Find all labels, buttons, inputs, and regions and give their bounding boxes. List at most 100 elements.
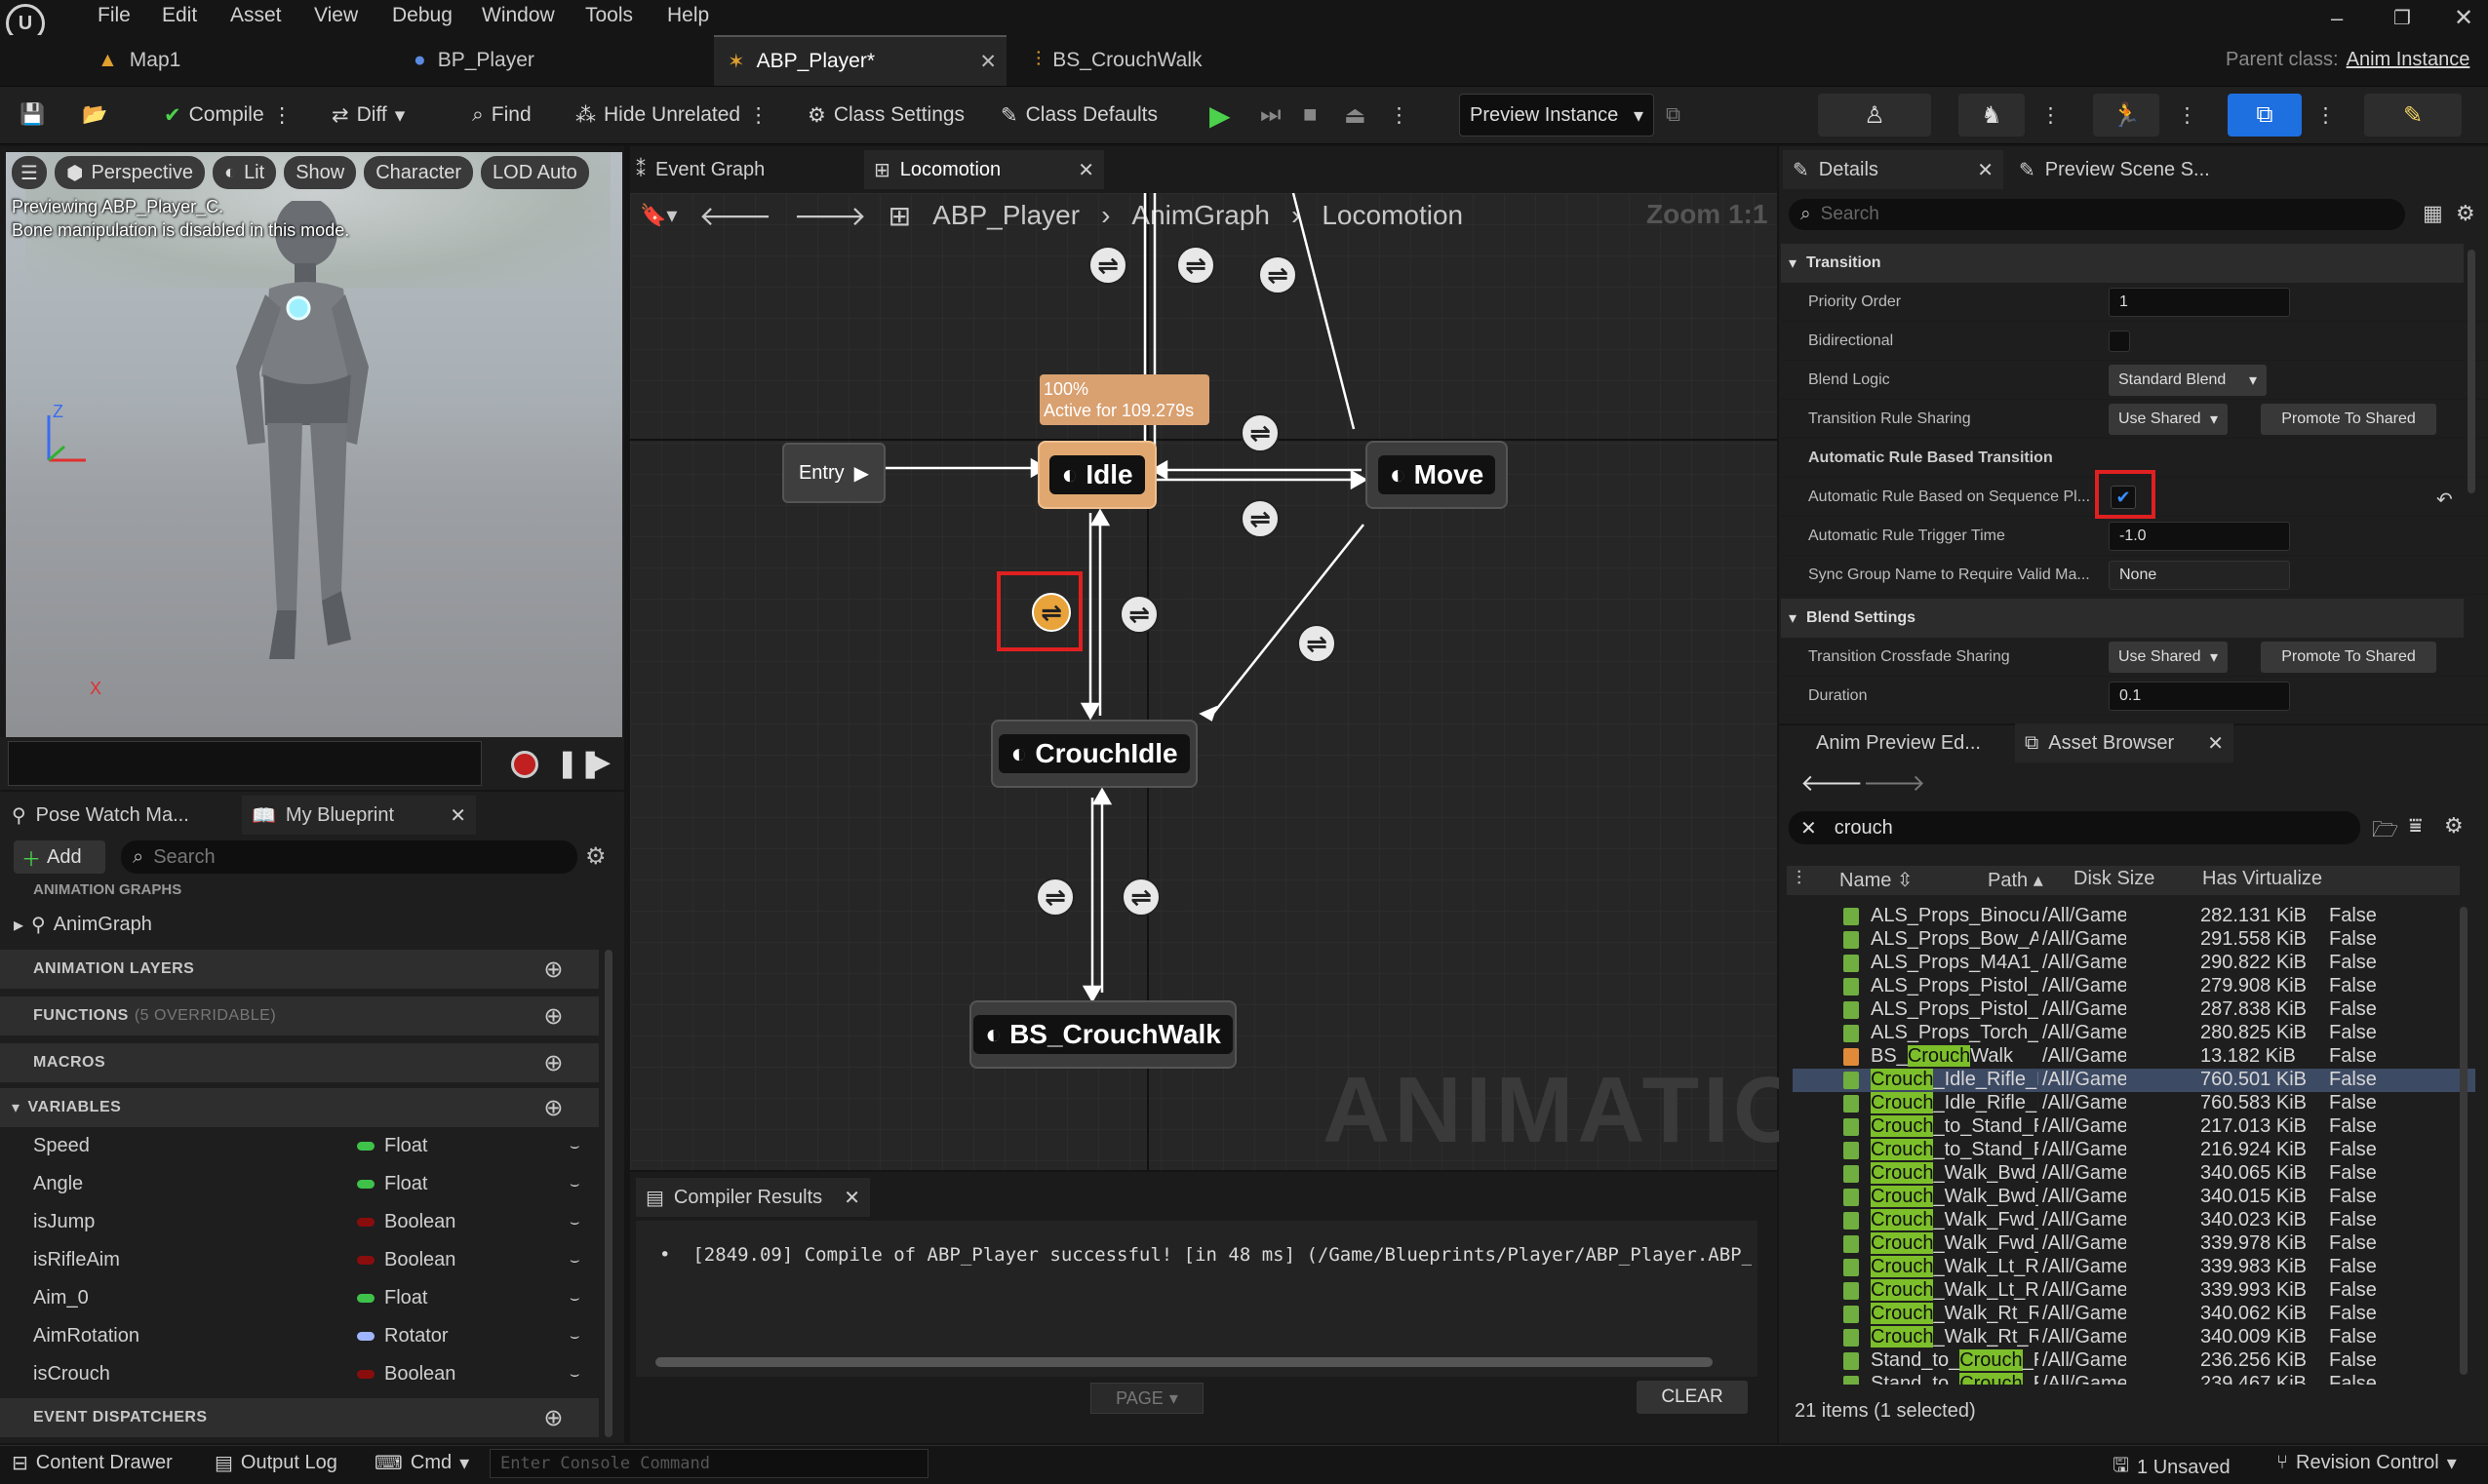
entry-node[interactable]: Entry ▶ [782,443,886,503]
state-node-bs-crouchwalk[interactable]: ◐ BS_CrouchWalk [969,1000,1237,1069]
menu-file[interactable]: File [98,4,131,27]
transition-rule-icon[interactable]: ⇌ [1088,246,1127,285]
add-circle-icon[interactable]: ⊕ [543,956,564,984]
variable-row[interactable]: Aim_0 Float ⌣ [0,1279,599,1317]
menu-edit[interactable]: Edit [162,4,197,27]
mesh-mode-icon[interactable]: ♞ [1958,94,2025,137]
tab-map1[interactable]: ▲ Map1 [98,35,180,86]
variable-row[interactable]: Speed Float ⌣ [0,1127,599,1165]
asset-row[interactable]: ALS_Props_Bow_Aim_S/All/Game/291.558 KiB… [1793,928,2475,952]
crossfade-sharing-dropdown[interactable]: Use Shared ▾ [2109,642,2228,673]
variable-row[interactable]: isCrouch Boolean ⌣ [0,1355,599,1393]
menu-window[interactable]: Window [482,4,555,27]
visibility-eye-icon[interactable]: ⌣ [570,1328,580,1346]
find-button[interactable]: ⌕ Find [472,96,532,135]
eject-icon[interactable]: ⏏ [1344,96,1366,135]
asset-row[interactable]: Crouch_Walk_Fwd_Rifle_/All/Game/339.978 … [1793,1232,2475,1256]
transition-rule-icon[interactable]: ⇌ [1297,624,1336,663]
asset-row[interactable]: Crouch_to_Stand_Rifle_I/All/Game/216.924… [1793,1139,2475,1162]
macros-header[interactable]: MACROS ⊕ [0,1043,599,1082]
step-icon[interactable]: ⏭ [1260,96,1282,135]
close-window-icon[interactable]: ✕ [2454,4,2473,32]
col-path-header[interactable]: Path ▴ [1988,868,2043,892]
revision-control-button[interactable]: ⑂ Revision Control ▾ [2276,1451,2457,1475]
details-search-input[interactable]: ⌕ Search [1789,199,2405,230]
folder-icon[interactable]: 🗁 [2372,813,2398,850]
variable-row[interactable]: isRifleAim Boolean ⌣ [0,1241,599,1279]
mybp-search-input[interactable]: ⌕ Search [121,840,577,874]
add-circle-icon[interactable]: ⊕ [543,1002,564,1031]
details-scrollbar[interactable] [2468,250,2475,493]
clear-search-icon[interactable]: ✕ [1800,816,1817,840]
tab-bp-player[interactable]: ● BP_Player [414,35,534,86]
filter-icon[interactable]: ⩸ [2409,813,2422,839]
asset-row[interactable]: Crouch_Walk_Bwd_Rifle_/All/Game/340.065 … [1793,1162,2475,1186]
perspective-button[interactable]: ⬢ Perspective [55,156,205,189]
transition-rule-icon[interactable]: ⇌ [1120,595,1159,634]
play-forward-icon[interactable]: ▶ [591,747,611,777]
animation-layers-header[interactable]: ANIMATION LAYERS ⊕ [0,950,599,989]
tab-details[interactable]: ✎ Details ✕ [1783,150,2003,189]
tab-pose-watch[interactable]: ⚲ Pose Watch Ma... [12,796,189,835]
hide-unrelated-button[interactable]: ⁂ Hide Unrelated ⋮ [575,96,769,135]
more-options-icon[interactable]: ⋮ [2177,96,2197,135]
close-tab-icon[interactable]: ✕ [2207,731,2224,756]
state-node-move[interactable]: ◐ Move [1365,441,1508,509]
reset-to-default-icon[interactable]: ↶ [2436,488,2453,512]
more-options-icon[interactable]: ⋮ [2315,96,2336,135]
asset-row[interactable]: ALS_Props_M4A1_Aim_/All/Game/290.822 KiB… [1793,952,2475,975]
parent-class-link[interactable]: Anim Instance [2347,49,2470,71]
lit-button[interactable]: ◐ Lit [212,156,277,189]
rule-sharing-dropdown[interactable]: Use Shared ▾ [2109,404,2228,435]
unsaved-button[interactable]: 🖫 1 Unsaved [2113,1451,2231,1484]
asset-row[interactable]: Crouch_Walk_Rt_Rifle_Ir/All/Game/340.009… [1793,1326,2475,1349]
class-defaults-button[interactable]: ✎ Class Defaults [1001,96,1158,135]
timeline-scrubber[interactable] [8,741,482,786]
animation-mode-icon[interactable]: 🏃 [2093,94,2159,137]
asset-search-input[interactable]: ✕ crouch [1789,811,2360,844]
tab-compiler-results[interactable]: ▤ Compiler Results ✕ [636,1178,870,1217]
tab-asset-browser[interactable]: ⧉ Asset Browser ✕ [2015,723,2233,762]
record-icon[interactable] [511,751,538,778]
diff-button[interactable]: ⇄ Diff ▾ [332,96,405,135]
selected-transition-rule-icon[interactable]: ⇌ [1032,593,1071,632]
state-node-crouchidle[interactable]: ◐ CrouchIdle [991,720,1198,788]
asset-row[interactable]: ALS_Props_Pistol_2H_A/All/Game/287.838 K… [1793,998,2475,1022]
table-view-icon[interactable]: ▦ [2423,201,2443,226]
auto-rule-checkbox[interactable]: ✔ [2111,486,2136,509]
asset-row[interactable]: Crouch_Idle_Rifle_Ironsi/All/Game/760.58… [1793,1092,2475,1115]
clear-button[interactable]: CLEAR [1637,1381,1748,1414]
bidirectional-checkbox[interactable] [2109,331,2130,352]
asset-row[interactable]: Crouch_Walk_Lt_Rifle_H/All/Game/339.983 … [1793,1256,2475,1279]
character-button[interactable]: Character [364,156,474,189]
tab-abp-player[interactable]: ✶ ABP_Player* ✕ [714,35,1007,86]
state-node-idle[interactable]: ◐ Idle [1038,441,1157,509]
settings-gear-icon[interactable]: ⚙ [585,842,607,871]
content-drawer-button[interactable]: ⊟ Content Drawer [12,1451,173,1475]
col-size-header[interactable]: Disk Size [2073,868,2154,890]
more-options-icon[interactable]: ⋮ [272,103,293,128]
col-virt-header[interactable]: Has Virtualize [2202,868,2460,890]
asset-row[interactable]: Stand_to_Crouch_Rifle_I/All/Game/236.256… [1793,1349,2475,1373]
save-icon[interactable]: 💾 [20,96,45,135]
viewport[interactable]: Z X Previewing ABP_Player_C. Bone manipu… [6,152,622,737]
variables-header[interactable]: ▾ VARIABLES ⊕ [0,1088,599,1127]
add-circle-icon[interactable]: ⊕ [543,1404,564,1432]
browse-icon[interactable]: 📂 [82,96,107,135]
tab-bs-crouchwalk[interactable]: ⫶ BS_CrouchWalk [1036,35,1203,86]
more-options-icon[interactable]: ⋮ [1389,96,1409,135]
asset-row[interactable]: Crouch_Walk_Bwd_Rifle_/All/Game/340.015 … [1793,1186,2475,1209]
asset-row[interactable]: ALS_Props_Binoculars_/All/Game/282.131 K… [1793,905,2475,928]
transition-rule-icon[interactable]: ⇌ [1258,255,1297,294]
tab-event-graph[interactable]: ⁑ Event Graph [636,150,765,189]
variable-row[interactable]: AimRotation Rotator ⌣ [0,1317,599,1355]
trigger-time-input[interactable]: -1.0 [2109,522,2290,551]
col-name-header[interactable]: Name ⇳ [1839,868,1914,892]
asset-row[interactable]: Crouch_Walk_Rt_Rifle_H/All/Game/340.062 … [1793,1303,2475,1326]
blueprint-mode-icon[interactable]: ⧉ [2228,94,2302,137]
blend-settings-section-header[interactable]: ▾ Blend Settings [1781,599,2464,638]
close-tab-icon[interactable]: ✕ [1977,158,1994,182]
minimize-icon[interactable]: – [2331,6,2343,31]
menu-help[interactable]: Help [667,4,709,27]
asset-row[interactable]: Crouch_Walk_Fwd_Rifle_/All/Game/340.023 … [1793,1209,2475,1232]
